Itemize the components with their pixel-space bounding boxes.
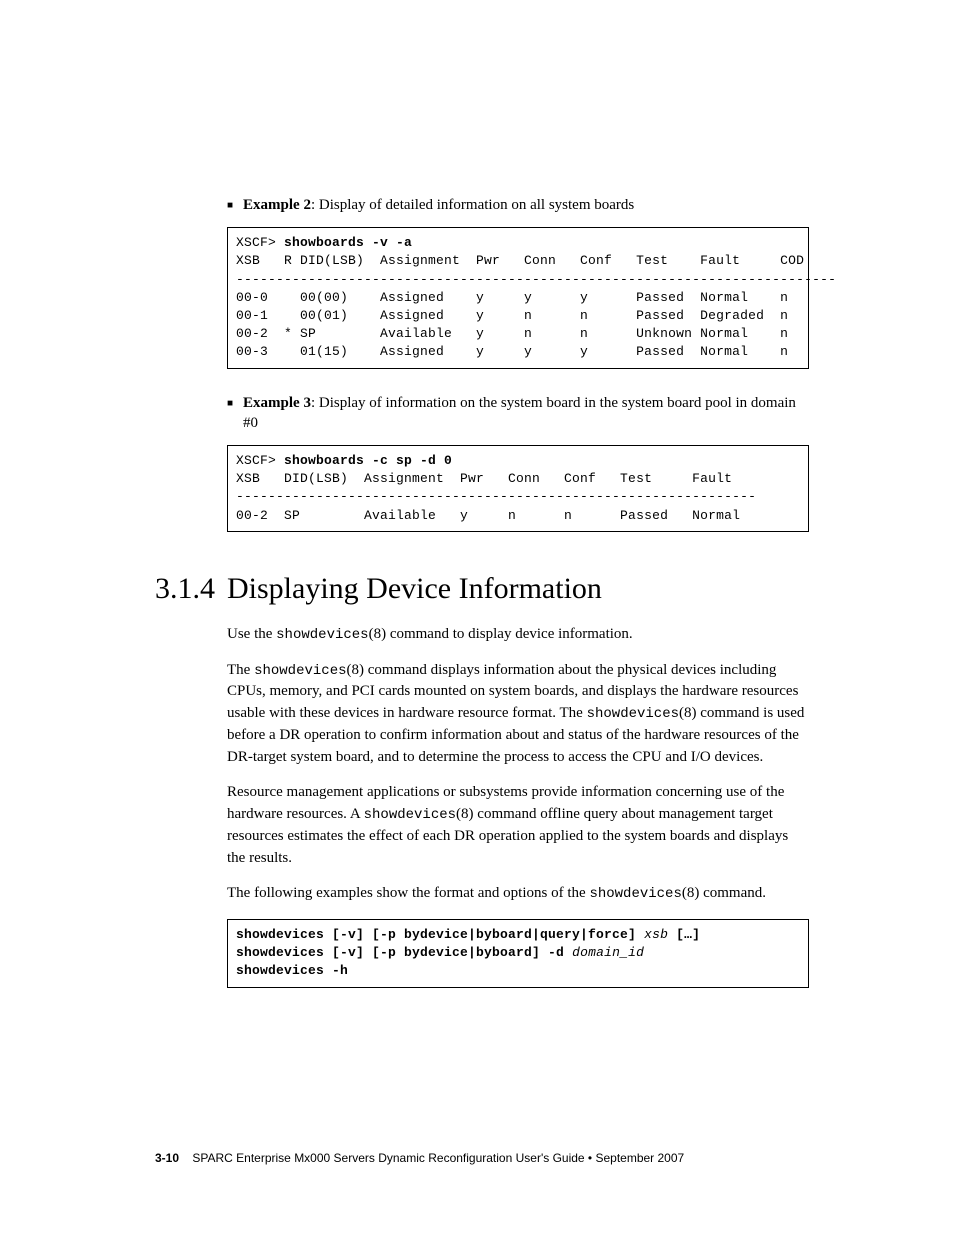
syntax-l1-ital: xsb — [644, 927, 668, 942]
section-number: 3.1.4 — [155, 572, 227, 606]
footer-text: SPARC Enterprise Mx000 Servers Dynamic R… — [192, 1151, 684, 1165]
code-body: XSB R DID(LSB) Assignment Pwr Conn Conf … — [236, 253, 836, 359]
p4-b: (8) command. — [682, 885, 766, 901]
para-4: The following examples show the format a… — [155, 883, 805, 905]
example2-bullet: ■ Example 2: Display of detailed informa… — [155, 195, 805, 215]
section-title: Displaying Device Information — [227, 572, 602, 606]
p1-cmd: showdevices — [276, 627, 368, 643]
p2-cmd1: showdevices — [254, 663, 346, 679]
p4-a: The following examples show the format a… — [227, 885, 589, 901]
para-2: The showdevices(8) command displays info… — [155, 660, 805, 769]
example2-desc: : Display of detailed information on all… — [311, 197, 634, 213]
p2-cmd2: showdevices — [587, 706, 679, 722]
para-3: Resource management applications or subs… — [155, 782, 805, 869]
example3-desc: : Display of information on the system b… — [243, 395, 796, 431]
page-number: 3-10 — [155, 1151, 179, 1165]
syntax-l3-bold: showdevices -h — [236, 963, 348, 978]
bullet-icon: ■ — [227, 200, 233, 211]
syntax-l2-bold: showdevices [-v] [-p bydevice|byboard] -… — [236, 945, 572, 960]
p1-b: (8) command to display device informatio… — [369, 626, 633, 642]
p1-a: Use the — [227, 626, 276, 642]
syntax-l2-ital: domain_id — [572, 945, 644, 960]
example2-codebox: XSCF> showboards -v -a XSB R DID(LSB) As… — [227, 227, 809, 368]
p3-cmd: showdevices — [364, 807, 456, 823]
section-heading: 3.1.4 Displaying Device Information — [155, 572, 805, 606]
example3-codebox: XSCF> showboards -c sp -d 0 XSB DID(LSB)… — [227, 445, 809, 532]
page-footer: 3-10 SPARC Enterprise Mx000 Servers Dyna… — [155, 1151, 684, 1165]
bullet-icon: ■ — [227, 398, 233, 409]
code-prompt: XSCF> — [236, 235, 284, 250]
example3-label: Example 3 — [243, 395, 311, 411]
syntax-l1-tail: […] — [668, 927, 700, 942]
p2-a: The — [227, 662, 254, 678]
example3-bullet: ■ Example 3: Display of information on t… — [155, 393, 805, 434]
code-cmd: showboards -v -a — [284, 235, 412, 250]
example2-text: Example 2: Display of detailed informati… — [243, 195, 805, 215]
p4-cmd: showdevices — [589, 886, 681, 902]
syntax-l1-bold: showdevices [-v] [-p bydevice|byboard|qu… — [236, 927, 644, 942]
code-cmd: showboards -c sp -d 0 — [284, 453, 452, 468]
example3-text: Example 3: Display of information on the… — [243, 393, 805, 434]
code-prompt: XSCF> — [236, 453, 284, 468]
code-body: XSB DID(LSB) Assignment Pwr Conn Conf Te… — [236, 471, 756, 522]
para-1: Use the showdevices(8) command to displa… — [155, 624, 805, 646]
example2-label: Example 2 — [243, 197, 311, 213]
syntax-codebox: showdevices [-v] [-p bydevice|byboard|qu… — [227, 919, 809, 988]
